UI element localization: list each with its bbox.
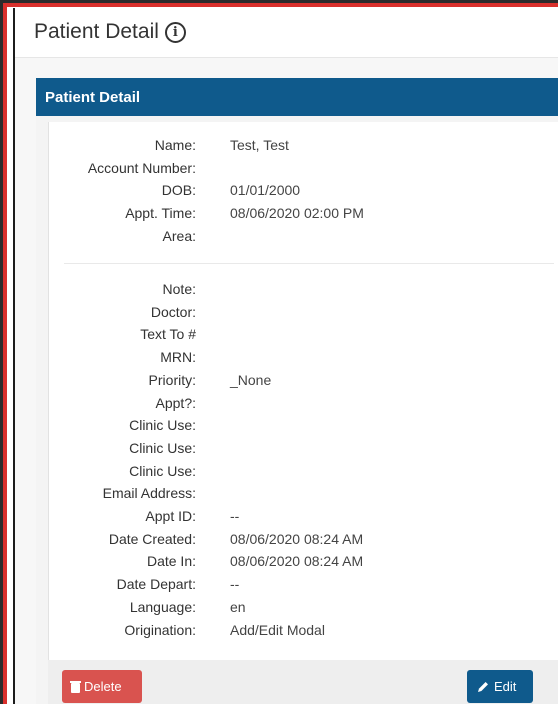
detail-row: Origination: Add/Edit Modal	[48, 622, 558, 644]
detail-label: MRN:	[160, 349, 196, 366]
detail-label: Clinic Use:	[129, 417, 196, 434]
detail-row: Clinic Use:	[48, 440, 558, 462]
detail-row: Appt?:	[48, 395, 558, 417]
detail-label: Appt ID:	[145, 508, 196, 524]
detail-row: Account Number:	[48, 160, 558, 182]
detail-label: Date Created:	[108, 530, 196, 547]
detail-value: --	[230, 576, 240, 593]
detail-row: Language: en	[48, 599, 558, 621]
delete-button-label: Delete	[84, 679, 122, 694]
detail-label: Language:	[129, 598, 196, 615]
detail-row: Date Depart: --	[48, 576, 558, 598]
detail-row: Area:	[48, 228, 558, 250]
info-icon[interactable]: i	[164, 21, 186, 43]
page-header: Patient Detail i	[15, 8, 558, 58]
detail-row: Appt. Time: 08/06/2020 02:00 PM	[48, 205, 558, 227]
detail-label: Date In:	[146, 553, 196, 570]
panel-heading: Patient Detail	[36, 78, 558, 116]
detail-row: Date Created: 08/06/2020 08:24 AM	[48, 531, 558, 553]
detail-row: Priority: _None	[48, 372, 558, 394]
detail-row: Appt ID: --	[48, 508, 558, 530]
detail-value: 01/01/2000	[230, 182, 301, 199]
detail-row: Doctor:	[48, 304, 558, 326]
detail-value: Test, Test	[230, 137, 289, 153]
detail-label: Clinic Use:	[129, 462, 196, 479]
detail-value: en	[230, 598, 246, 615]
section-divider	[64, 263, 554, 264]
detail-label: Text To #	[140, 326, 196, 343]
detail-value: _None	[230, 371, 272, 388]
detail-label: Origination:	[124, 621, 196, 638]
page-title-wrap: Patient Detail i	[34, 20, 186, 44]
detail-row: MRN:	[48, 349, 558, 371]
detail-value: --	[230, 508, 240, 524]
edit-button[interactable]: Edit	[467, 670, 533, 703]
detail-row: Clinic Use:	[48, 463, 558, 485]
detail-label: DOB:	[161, 182, 196, 199]
detail-label: Account Number:	[87, 159, 196, 176]
detail-label: Appt?:	[155, 394, 196, 411]
edit-button-label: Edit	[494, 679, 517, 694]
detail-value: 08/06/2020 02:00 PM	[230, 205, 364, 222]
detail-label: Doctor:	[150, 303, 196, 320]
detail-row: Name: Test, Test	[48, 137, 558, 159]
detail-label: Area:	[162, 227, 196, 244]
detail-row: Email Address:	[48, 485, 558, 507]
detail-row: Text To #	[48, 326, 558, 348]
detail-label: Appt. Time:	[125, 205, 196, 222]
pencil-icon	[478, 681, 488, 692]
trash-icon	[70, 680, 81, 693]
detail-label: Priority:	[148, 371, 196, 388]
detail-row: Note:	[48, 281, 558, 303]
detail-row: Date In: 08/06/2020 08:24 AM	[48, 553, 558, 575]
detail-row: DOB: 01/01/2000	[48, 182, 558, 204]
delete-button[interactable]: Delete	[62, 670, 142, 703]
detail-row: Clinic Use:	[48, 417, 558, 439]
detail-label: Date Depart:	[116, 576, 196, 593]
detail-label: Note:	[162, 281, 196, 297]
detail-value: 08/06/2020 08:24 AM	[230, 530, 364, 547]
detail-label: Email Address:	[102, 485, 196, 502]
detail-label: Name:	[154, 137, 196, 153]
page-title: Patient Detail	[34, 20, 159, 43]
detail-value: 08/06/2020 08:24 AM	[230, 553, 364, 570]
detail-value: Add/Edit Modal	[230, 621, 325, 638]
detail-label: Clinic Use:	[129, 439, 196, 456]
